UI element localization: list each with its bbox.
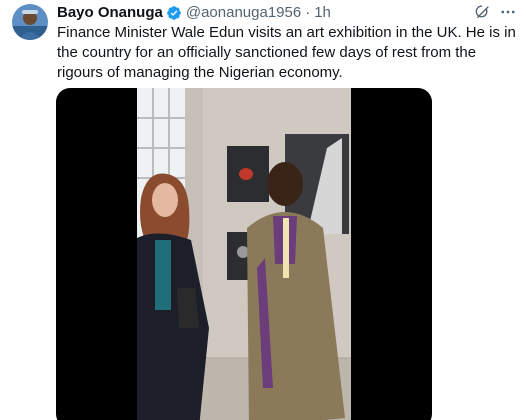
video-frame <box>137 88 351 420</box>
tweet-header: Bayo Onanuga @aonanuga1956 · 1h <box>57 3 515 23</box>
grok-icon[interactable] <box>474 3 492 21</box>
avatar[interactable] <box>12 4 48 40</box>
avatar-image <box>12 4 48 40</box>
tweet-video[interactable] <box>56 88 432 420</box>
author-handle[interactable]: @aonanuga1956 <box>186 3 301 23</box>
separator-dot: · <box>305 4 311 21</box>
tweet-text: Finance Minister Wale Edun visits an art… <box>57 24 516 81</box>
author-name[interactable]: Bayo Onanuga <box>57 3 163 23</box>
tweet[interactable]: Bayo Onanuga @aonanuga1956 · 1h Finance … <box>0 0 526 420</box>
more-options-icon[interactable] <box>498 3 518 21</box>
verified-badge-icon[interactable] <box>166 5 182 21</box>
tweet-timestamp[interactable]: 1h <box>314 3 331 23</box>
